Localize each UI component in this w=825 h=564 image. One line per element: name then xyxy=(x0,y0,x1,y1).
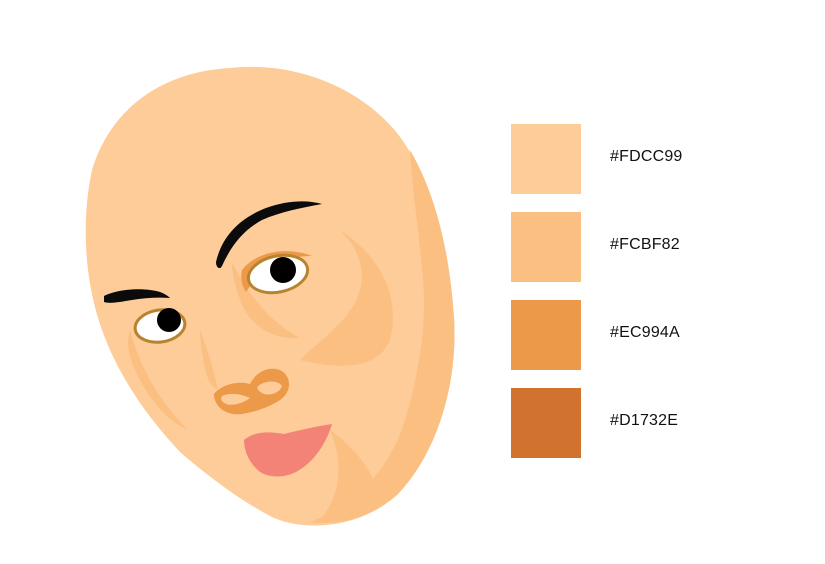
swatch-row: #EC994A xyxy=(511,300,771,370)
swatch-row: #FDCC99 xyxy=(511,124,771,194)
left-eye-pupil xyxy=(157,308,181,332)
color-swatch xyxy=(511,124,581,194)
right-eye-pupil xyxy=(270,257,296,283)
swatch-row: #FCBF82 xyxy=(511,212,771,282)
color-swatch xyxy=(511,388,581,458)
swatch-label: #EC994A xyxy=(610,324,680,341)
swatch-label: #FCBF82 xyxy=(610,236,680,253)
swatch-label: #D1732E xyxy=(610,412,679,429)
color-swatch xyxy=(511,212,581,282)
face-illustration xyxy=(85,66,455,526)
color-swatch xyxy=(511,300,581,370)
swatch-label: #FDCC99 xyxy=(610,148,683,165)
swatch-row: #D1732E xyxy=(511,388,771,458)
